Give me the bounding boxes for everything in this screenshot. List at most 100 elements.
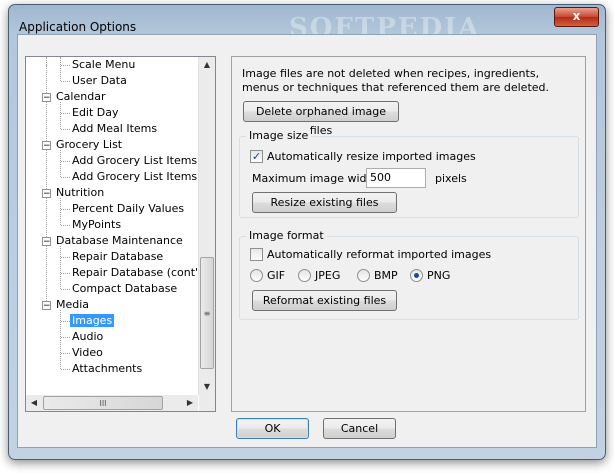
tree-item-label: Nutrition xyxy=(56,186,105,199)
collapse-media-icon[interactable]: − xyxy=(42,301,51,311)
image-format-group: Image format Automatically reformat impo… xyxy=(239,229,579,320)
tree-item-label: Repair Database xyxy=(72,250,164,263)
cancel-button[interactable]: Cancel xyxy=(323,418,396,439)
tree-item-percent-daily-values[interactable]: Percent Daily Values xyxy=(72,201,184,217)
tree-line xyxy=(61,209,70,210)
tree-line xyxy=(46,57,47,65)
image-format-group-label: Image format xyxy=(246,229,327,242)
tree-item-label: Video xyxy=(72,346,103,359)
scroll-left-arrow-icon[interactable]: ◀ xyxy=(26,395,42,411)
auto-resize-label: Automatically resize imported images xyxy=(267,150,476,163)
tree-line xyxy=(60,57,61,81)
horizontal-scroll-thumb[interactable]: III xyxy=(43,396,163,410)
close-button[interactable]: x xyxy=(554,7,599,27)
delete-orphaned-images-button[interactable]: Delete orphaned image files xyxy=(243,101,399,137)
format-jpeg-label: JPEG xyxy=(315,269,341,282)
scroll-up-arrow-icon[interactable]: ▲ xyxy=(199,57,215,73)
pixels-unit-label: pixels xyxy=(435,172,467,185)
tree-line xyxy=(60,310,61,369)
tree-item-images[interactable]: Images xyxy=(70,313,115,329)
scroll-down-arrow-icon[interactable]: ▼ xyxy=(199,379,215,395)
format-bmp-radio[interactable] xyxy=(357,269,370,282)
tree-item-calendar[interactable]: Calendar xyxy=(56,89,105,105)
tree-item-add-grocery-list-items-cont[interactable]: Add Grocery List Items (cc xyxy=(72,169,216,185)
tree-item-label: Percent Daily Values xyxy=(72,202,185,215)
tree-item-label: Media xyxy=(56,298,90,311)
scroll-right-arrow-icon[interactable]: ▶ xyxy=(182,395,198,411)
collapse-database-maintenance-icon[interactable]: − xyxy=(42,237,51,247)
tree-line xyxy=(60,102,61,129)
tree-line xyxy=(61,289,70,290)
tree-line xyxy=(61,353,70,354)
orphaned-files-description: Image files are not deleted when recipes… xyxy=(242,67,550,94)
window-title: Application Options xyxy=(19,20,137,34)
options-tree[interactable]: Scale Menu User Data − Calendar Edit Day… xyxy=(25,56,216,412)
tree-item-label: MyPoints xyxy=(72,218,122,231)
format-gif-radio[interactable] xyxy=(250,269,263,282)
tree-item-repair-database-cont[interactable]: Repair Database (cont'd) xyxy=(72,265,209,281)
tree-line xyxy=(60,246,61,289)
scrollbar-corner xyxy=(199,395,215,411)
tree-horizontal-scrollbar[interactable]: ◀ III ▶ xyxy=(26,395,198,411)
auto-resize-checkbox[interactable]: ✓ xyxy=(250,150,263,163)
tree-item-label: Edit Day xyxy=(72,106,119,119)
tree-line xyxy=(61,225,70,226)
application-options-window: SOFTPEDIA Application Options x Scale Me… xyxy=(8,4,606,460)
tree-line xyxy=(61,273,70,274)
tree-item-label: Add Grocery List Items (cc xyxy=(72,170,216,183)
format-jpeg-radio[interactable] xyxy=(298,269,311,282)
ok-button[interactable]: OK xyxy=(236,418,309,439)
tree-item-compact-database[interactable]: Compact Database xyxy=(72,281,177,297)
image-size-group: Image size ✓ Automatically resize import… xyxy=(239,129,579,218)
tree-item-nutrition[interactable]: Nutrition xyxy=(56,185,104,201)
tree-line xyxy=(61,81,70,82)
tree-line xyxy=(61,369,70,370)
max-width-input[interactable]: 500 xyxy=(366,168,426,188)
tree-line xyxy=(61,257,70,258)
tree-line xyxy=(61,113,70,114)
tree-item-label: User Data xyxy=(72,74,127,87)
auto-reformat-checkbox[interactable] xyxy=(250,248,263,261)
collapse-nutrition-icon[interactable]: − xyxy=(42,189,51,199)
format-bmp-label: BMP xyxy=(374,269,398,282)
tree-vertical-scrollbar[interactable]: ▲ ≡ ▼ xyxy=(198,57,215,395)
tree-item-label: Compact Database xyxy=(72,282,178,295)
tree-item-scale-menu[interactable]: Scale Menu xyxy=(72,57,135,73)
tree-line xyxy=(61,129,70,130)
tree-line xyxy=(61,65,70,66)
tree-item-label: Repair Database (cont'd) xyxy=(72,266,210,279)
resize-existing-files-button[interactable]: Resize existing files xyxy=(252,192,397,213)
auto-reformat-label: Automatically reformat imported images xyxy=(267,248,492,261)
tree-item-label: Attachments xyxy=(72,362,143,375)
collapse-calendar-icon[interactable]: − xyxy=(42,93,51,103)
tree-line xyxy=(61,321,70,322)
tree-item-video[interactable]: Video xyxy=(72,345,103,361)
tree-item-label: Add Grocery List Items xyxy=(72,154,198,167)
tree-item-add-grocery-list-items[interactable]: Add Grocery List Items xyxy=(72,153,197,169)
tree-line xyxy=(61,337,70,338)
reformat-existing-files-button[interactable]: Reformat existing files xyxy=(252,290,397,311)
format-png-radio[interactable] xyxy=(410,269,423,282)
tree-item-edit-day[interactable]: Edit Day xyxy=(72,105,119,121)
close-icon: x xyxy=(572,9,581,23)
tree-item-user-data[interactable]: User Data xyxy=(72,73,127,89)
tree-item-repair-database[interactable]: Repair Database xyxy=(72,249,163,265)
format-gif-label: GIF xyxy=(267,269,286,282)
tree-item-audio[interactable]: Audio xyxy=(72,329,103,345)
tree-item-label: Audio xyxy=(72,330,104,343)
tree-item-mypoints[interactable]: MyPoints xyxy=(72,217,121,233)
tree-line xyxy=(60,198,61,225)
image-size-group-label: Image size xyxy=(246,129,312,142)
tree-item-database-maintenance[interactable]: Database Maintenance xyxy=(56,233,183,249)
tree-line xyxy=(61,161,70,162)
tree-item-add-meal-items[interactable]: Add Meal Items xyxy=(72,121,157,137)
tree-item-label: Scale Menu xyxy=(72,58,136,71)
collapse-grocery-list-icon[interactable]: − xyxy=(42,141,51,151)
title-bar[interactable]: Application Options x xyxy=(9,5,605,34)
tree-item-attachments[interactable]: Attachments xyxy=(72,361,142,377)
tree-item-label: Grocery List xyxy=(56,138,123,151)
tree-item-label-selected: Images xyxy=(70,314,115,327)
tree-item-grocery-list[interactable]: Grocery List xyxy=(56,137,122,153)
tree-item-media[interactable]: Media xyxy=(56,297,89,313)
vertical-scroll-thumb[interactable]: ≡ xyxy=(200,257,214,369)
